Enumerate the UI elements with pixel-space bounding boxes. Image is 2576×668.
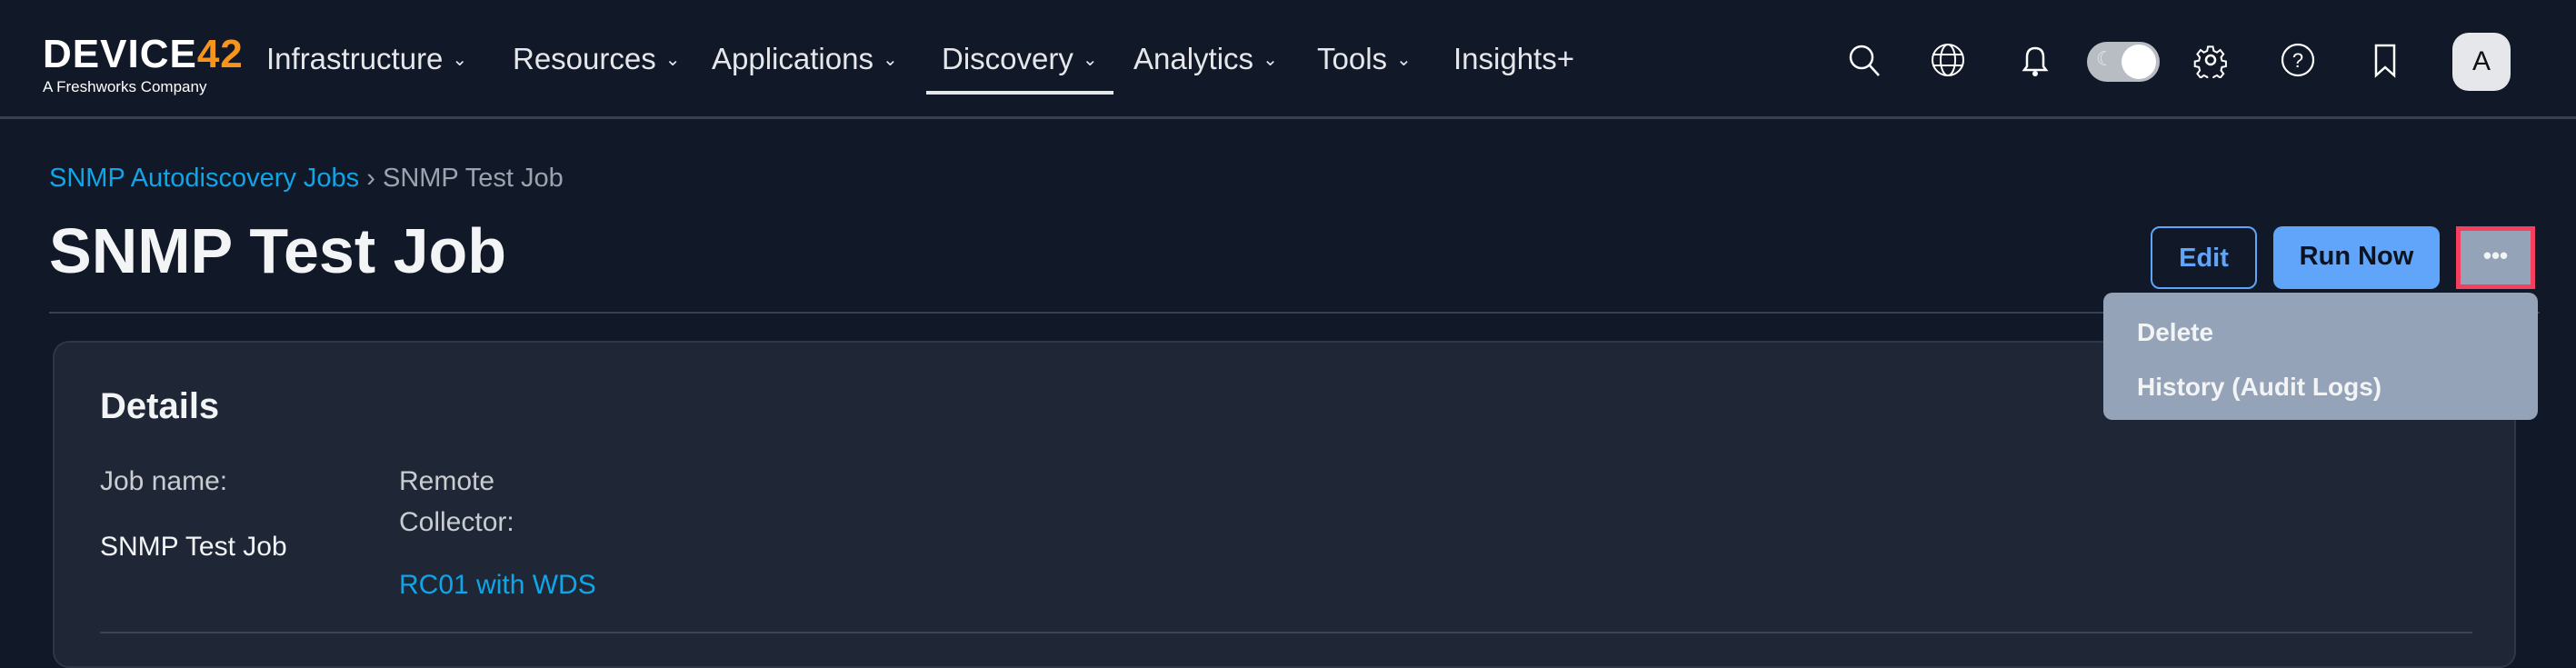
card-divider [100, 632, 2472, 633]
logo-accent: 42 [196, 32, 244, 76]
breadcrumb-current: SNMP Test Job [382, 164, 564, 193]
moon-icon: ☾ [2096, 47, 2114, 70]
more-actions-menu: Delete History (Audit Logs) [2103, 293, 2538, 420]
more-actions-button[interactable]: ••• [2456, 226, 2535, 289]
nav-label: Resources [513, 42, 656, 75]
nav-label: Discovery [942, 42, 1073, 75]
page-title: SNMP Test Job [49, 215, 507, 286]
gear-icon[interactable] [2192, 42, 2229, 78]
nav-label: Applications [712, 42, 874, 75]
chevron-down-icon: ⌄ [1396, 50, 1412, 70]
breadcrumb: SNMP Autodiscovery Jobs › SNMP Test Job [49, 164, 564, 194]
nav-resources[interactable]: Resources ⌄ [513, 42, 681, 76]
help-icon[interactable]: ? [2280, 42, 2316, 78]
edit-button[interactable]: Edit [2151, 226, 2257, 289]
chevron-down-icon: ⌄ [882, 50, 898, 70]
bookmark-icon[interactable] [2367, 42, 2403, 78]
remote-collector-label-line2: Collector: [399, 507, 514, 537]
nav-discovery[interactable]: Discovery ⌄ [926, 42, 1113, 95]
remote-collector-label-line1: Remote [399, 466, 495, 496]
chevron-down-icon: ⌄ [664, 50, 681, 70]
nav-analytics[interactable]: Analytics ⌄ [1133, 42, 1278, 76]
chevron-down-icon: ⌄ [452, 50, 468, 70]
theme-toggle[interactable]: ☾ [2087, 42, 2160, 82]
run-now-button[interactable]: Run Now [2273, 226, 2440, 289]
search-icon[interactable] [1846, 42, 1882, 78]
nav-insights[interactable]: Insights+ [1453, 42, 1574, 76]
toggle-knob [2122, 45, 2156, 79]
nav-applications[interactable]: Applications ⌄ [712, 42, 898, 76]
menu-item-delete[interactable]: Delete [2103, 305, 2538, 360]
menu-item-history[interactable]: History (Audit Logs) [2103, 360, 2538, 414]
nav-label: Analytics [1133, 42, 1254, 75]
chevron-down-icon: ⌄ [1263, 50, 1278, 70]
logo-text: DEVICE [43, 32, 197, 76]
nav-label: Infrastructure [266, 42, 444, 75]
top-navbar: DEVICE42 A Freshworks Company Infrastruc… [0, 0, 2576, 119]
svg-text:?: ? [2292, 49, 2303, 72]
avatar[interactable]: A [2452, 33, 2511, 91]
nav-label: Tools [1317, 42, 1388, 75]
details-heading: Details [100, 386, 220, 426]
nav-tools[interactable]: Tools ⌄ [1317, 42, 1412, 76]
nav-label: Insights+ [1453, 42, 1574, 75]
remote-collector-link[interactable]: RC01 with WDS [399, 570, 596, 601]
chevron-down-icon: ⌄ [1082, 50, 1098, 70]
logo-subtitle: A Freshworks Company [43, 78, 207, 95]
job-name-label: Job name: [100, 466, 228, 496]
bell-icon[interactable] [2017, 42, 2053, 78]
device42-logo[interactable]: DEVICE42 A Freshworks Company [43, 35, 244, 96]
globe-icon[interactable] [1930, 42, 1966, 78]
breadcrumb-parent-link[interactable]: SNMP Autodiscovery Jobs [49, 164, 359, 193]
breadcrumb-separator: › [366, 164, 375, 193]
nav-infrastructure[interactable]: Infrastructure ⌄ [266, 42, 467, 76]
job-name-value: SNMP Test Job [100, 532, 287, 562]
